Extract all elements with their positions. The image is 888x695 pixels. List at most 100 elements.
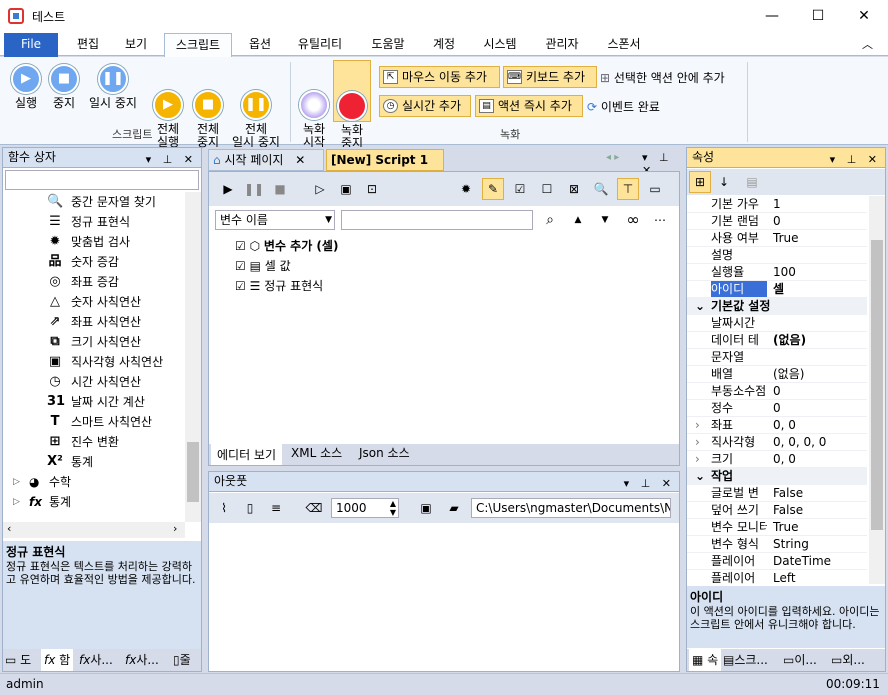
event-complete-button[interactable]: ⟳ 이벤트 완료 xyxy=(587,98,660,115)
pause-icon[interactable]: ❚❚ xyxy=(243,178,265,200)
expand-icon[interactable]: › xyxy=(695,451,700,467)
function-list-item[interactable]: 31 날짜 시간 계산 xyxy=(3,392,145,412)
step-icon[interactable]: ▷ xyxy=(309,178,331,200)
property-value[interactable]: False xyxy=(773,502,803,518)
tab-help[interactable]: 도움말 xyxy=(362,33,414,57)
property-category[interactable]: ⌄ 기본값 설정 xyxy=(687,298,867,315)
collapse-icon[interactable]: ⌄ xyxy=(695,298,705,314)
function-list-item[interactable]: ⧉ 크기 사칙연산 xyxy=(3,332,141,352)
minimize-button[interactable]: — xyxy=(749,0,795,32)
property-value[interactable]: 0, 0 xyxy=(773,417,796,433)
property-row[interactable]: 부동소수점 0 xyxy=(687,383,867,400)
property-value[interactable]: (없음) xyxy=(773,332,806,348)
tab-more-2[interactable]: fx사... xyxy=(125,649,159,671)
function-list-item[interactable]: ⇗ 좌표 사칙연산 xyxy=(3,312,142,332)
search-icon[interactable]: ⌕ xyxy=(539,209,561,231)
save-icon[interactable]: ▣ xyxy=(415,497,437,519)
add-keyboard-button[interactable]: ⌨ 키보드 추가 xyxy=(503,66,597,88)
run-all-button[interactable]: ▶ 전체 실행 xyxy=(148,64,188,149)
categorized-icon[interactable]: ⊞ xyxy=(689,171,711,193)
bulb-icon[interactable]: ✹ xyxy=(455,178,477,200)
add-action-instant-button[interactable]: ▤ 액션 즉시 추가 xyxy=(475,95,583,117)
property-row[interactable]: 글로벌 변 False xyxy=(687,485,867,502)
tab-properties[interactable]: ▦ 속 xyxy=(689,649,722,671)
pause-all-button[interactable]: ❚❚ 전체 일시 중지 xyxy=(228,64,284,149)
property-value[interactable]: 0 xyxy=(773,213,781,229)
panel-pin-icon[interactable]: ▾ ⊥ ✕ xyxy=(146,150,197,169)
function-list-item[interactable]: T 스마트 사칙연산 xyxy=(3,412,153,432)
panel-pin-icon[interactable]: ▾ ⊥ ✕ xyxy=(624,474,675,493)
tab-sponsor[interactable]: 스폰서 xyxy=(598,33,650,57)
eraser-icon[interactable]: ⌫ xyxy=(303,497,325,519)
tree-node-add-variable[interactable]: ☑ ⬡ 변수 추가 (셀) xyxy=(235,236,338,256)
property-row[interactable]: › 크기 0, 0 xyxy=(687,451,867,468)
delete-icon[interactable]: ⊠ xyxy=(563,178,585,200)
function-list-item[interactable]: ⊞ 진수 변환 xyxy=(3,432,119,452)
tab-scroll-icon[interactable]: ◂ ▸ xyxy=(606,152,619,163)
tab-external[interactable]: ▭외... xyxy=(831,649,865,671)
tree-node-regex[interactable]: ☑ ☰ 정규 표현식 xyxy=(235,276,323,296)
stop-icon[interactable]: ■ xyxy=(269,178,291,200)
property-value[interactable]: 100 xyxy=(773,264,796,280)
tab-options[interactable]: 옵션 xyxy=(240,33,280,57)
filter-input[interactable] xyxy=(341,210,533,230)
tab-functions[interactable]: fx 함 xyxy=(41,649,74,671)
collapse-icon[interactable]: ⌄ xyxy=(695,468,705,484)
tab-view[interactable]: 보기 xyxy=(116,33,156,57)
property-row[interactable]: 변수 형식 String xyxy=(687,536,867,553)
tab-system[interactable]: 시스템 xyxy=(474,33,526,57)
property-value[interactable]: True xyxy=(773,230,799,246)
record-start-button[interactable]: 녹화 시작 xyxy=(294,64,334,149)
variable-combo[interactable]: 변수 이름 ▼ xyxy=(215,210,335,230)
checkbox-icon[interactable]: ☑ xyxy=(235,259,246,273)
expand-icon[interactable]: ▷ xyxy=(13,472,20,492)
property-row[interactable]: › 좌표 0, 0 xyxy=(687,417,867,434)
property-row[interactable]: 데이터 테 (없음) xyxy=(687,332,867,349)
record-stop-button[interactable]: 녹화 중지 xyxy=(333,60,371,150)
function-list-hscrollbar[interactable]: ‹ › xyxy=(3,522,185,538)
property-value[interactable]: 셀 xyxy=(773,281,784,297)
property-row[interactable]: 날짜시간 xyxy=(687,315,867,332)
property-value[interactable]: 0, 0 xyxy=(773,451,796,467)
play-icon[interactable]: ▶ xyxy=(217,178,239,200)
tab-xml-source[interactable]: XML 소스 xyxy=(291,442,342,464)
checkbox-icon[interactable]: ☑ xyxy=(235,279,246,293)
expand-icon[interactable]: ▷ xyxy=(13,492,20,512)
function-list-item[interactable]: ☰ 정규 표현식 xyxy=(3,212,130,232)
tab-utility[interactable]: 유틸리티 xyxy=(288,33,352,57)
stepper-arrows-icon[interactable]: ▲ ▼ xyxy=(390,499,396,517)
tab-more-1[interactable]: fx사... xyxy=(79,649,113,671)
function-search-input[interactable] xyxy=(5,170,199,190)
function-list-item[interactable]: △ 숫자 사칙연산 xyxy=(3,292,141,312)
stop-button[interactable]: ■ 중지 xyxy=(44,64,84,110)
search-icon[interactable]: 🔍 xyxy=(590,178,612,200)
new-file-icon[interactable]: ▯ xyxy=(239,497,261,519)
tab-script-list[interactable]: ▤스크... xyxy=(723,649,768,671)
stop-all-button[interactable]: ■ 전체 중지 xyxy=(188,64,228,149)
file-menu-button[interactable]: File xyxy=(4,33,58,57)
line-count-stepper[interactable]: 1000 ▲ ▼ xyxy=(331,498,399,518)
tab-script-1[interactable]: [New] Script 1 ✕ xyxy=(326,149,444,187)
function-list-item[interactable]: 🔍 중간 문자열 찾기 xyxy=(3,192,156,212)
pause-button[interactable]: ❚❚ 일시 중지 xyxy=(84,64,142,110)
function-group[interactable]: ▷ ◕ 수학 xyxy=(3,472,71,492)
property-value[interactable]: True xyxy=(773,519,799,535)
property-value[interactable]: String xyxy=(773,536,809,552)
property-value[interactable]: 0, 0, 0, 0 xyxy=(773,434,826,450)
checkbox-icon[interactable]: ☑ xyxy=(235,239,246,253)
tab-start-page[interactable]: ⌂ 시작 페이지 ✕ xyxy=(208,149,324,171)
function-group[interactable]: ▷ fx 통계 xyxy=(3,492,71,512)
property-value[interactable]: 0 xyxy=(773,400,781,416)
property-value[interactable]: Left xyxy=(773,570,796,584)
property-row[interactable]: 기본 랜덤 0 xyxy=(687,213,867,230)
tab-editor-view[interactable]: 에디터 보기 xyxy=(211,444,283,465)
prev-icon[interactable]: ▲ xyxy=(567,209,589,231)
property-row[interactable]: 기본 가우 1 xyxy=(687,196,867,213)
property-row[interactable]: 플레이어 DateTime xyxy=(687,553,867,570)
tab-json-source[interactable]: Json 소스 xyxy=(359,442,410,464)
run-button[interactable]: ▶ 실행 xyxy=(6,64,46,110)
property-value[interactable]: 1 xyxy=(773,196,781,212)
function-list-item[interactable]: 品 숫자 증감 xyxy=(3,252,119,272)
folder-icon[interactable]: ▰ xyxy=(443,497,465,519)
tree-icon[interactable]: ⊤ xyxy=(617,178,639,200)
